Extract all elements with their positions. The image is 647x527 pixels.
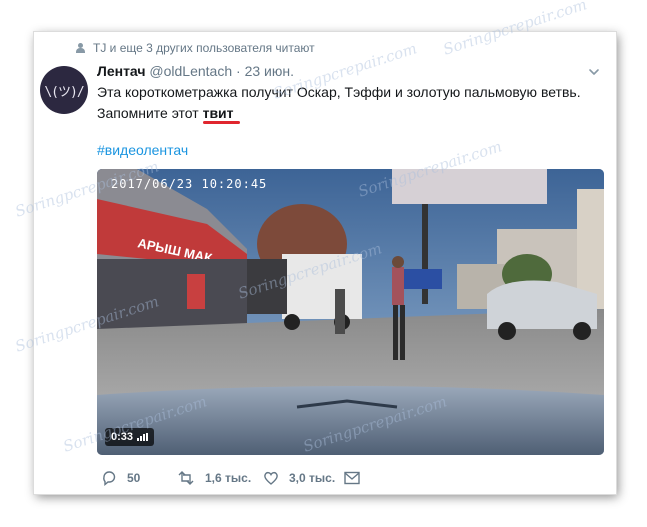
like-count: 3,0 тыс.	[289, 471, 336, 485]
video-duration-badge: 0:33	[105, 428, 155, 446]
volume-bars-icon	[137, 433, 149, 441]
avatar-text: \(ツ)/	[44, 84, 84, 100]
retweet-icon	[178, 471, 194, 485]
reply-action[interactable]: 50	[101, 470, 177, 486]
header-separator: ·	[236, 63, 241, 79]
social-context: TJ и еще 3 других пользователя читают	[76, 41, 315, 55]
video-timestamp: 2017/06/23 10:20:45	[111, 177, 268, 191]
hashtag-link[interactable]: #видеолентач	[97, 142, 188, 158]
heart-icon	[264, 471, 278, 485]
chevron-down-icon[interactable]	[588, 66, 600, 78]
person-icon	[76, 43, 85, 53]
retweet-action[interactable]: 1,6 тыс.	[177, 470, 263, 486]
tweet-actions: 50 1,6 тыс. 3,0 тыс.	[101, 468, 360, 488]
tweet-date[interactable]: 23 июн.	[245, 63, 294, 79]
video-frame-image: АРЫШ МАК	[97, 169, 604, 455]
tweet-text-line2-prefix: Запомните этот	[97, 105, 203, 121]
video-duration: 0:33	[111, 431, 134, 443]
reply-count: 50	[127, 471, 141, 485]
tweet-text-line2: Запомните этот твит	[97, 103, 597, 124]
like-action[interactable]: 3,0 тыс.	[263, 470, 344, 486]
tweet-header: Лентач @oldLentach · 23 июн.	[97, 63, 294, 79]
retweet-count: 1,6 тыс.	[205, 471, 252, 485]
direct-message-action[interactable]	[344, 471, 360, 485]
tweet-text: Эта короткометражка получит Оскар, Тэффи…	[97, 82, 597, 124]
avatar[interactable]: \(ツ)/	[40, 66, 88, 114]
envelope-icon	[344, 471, 360, 485]
author-handle[interactable]: @oldLentach	[149, 63, 232, 79]
red-underline	[203, 121, 240, 124]
reply-icon	[103, 471, 116, 486]
tweet-text-highlight: твит	[202, 105, 234, 121]
video-player[interactable]: АРЫШ МАК 2017/06/23 10:20:45 0:33	[97, 169, 604, 455]
social-context-text: TJ и еще 3 других пользователя читают	[93, 41, 315, 55]
tweet-text-line1: Эта короткометражка получит Оскар, Тэффи…	[97, 84, 581, 100]
author-name[interactable]: Лентач	[97, 63, 146, 79]
